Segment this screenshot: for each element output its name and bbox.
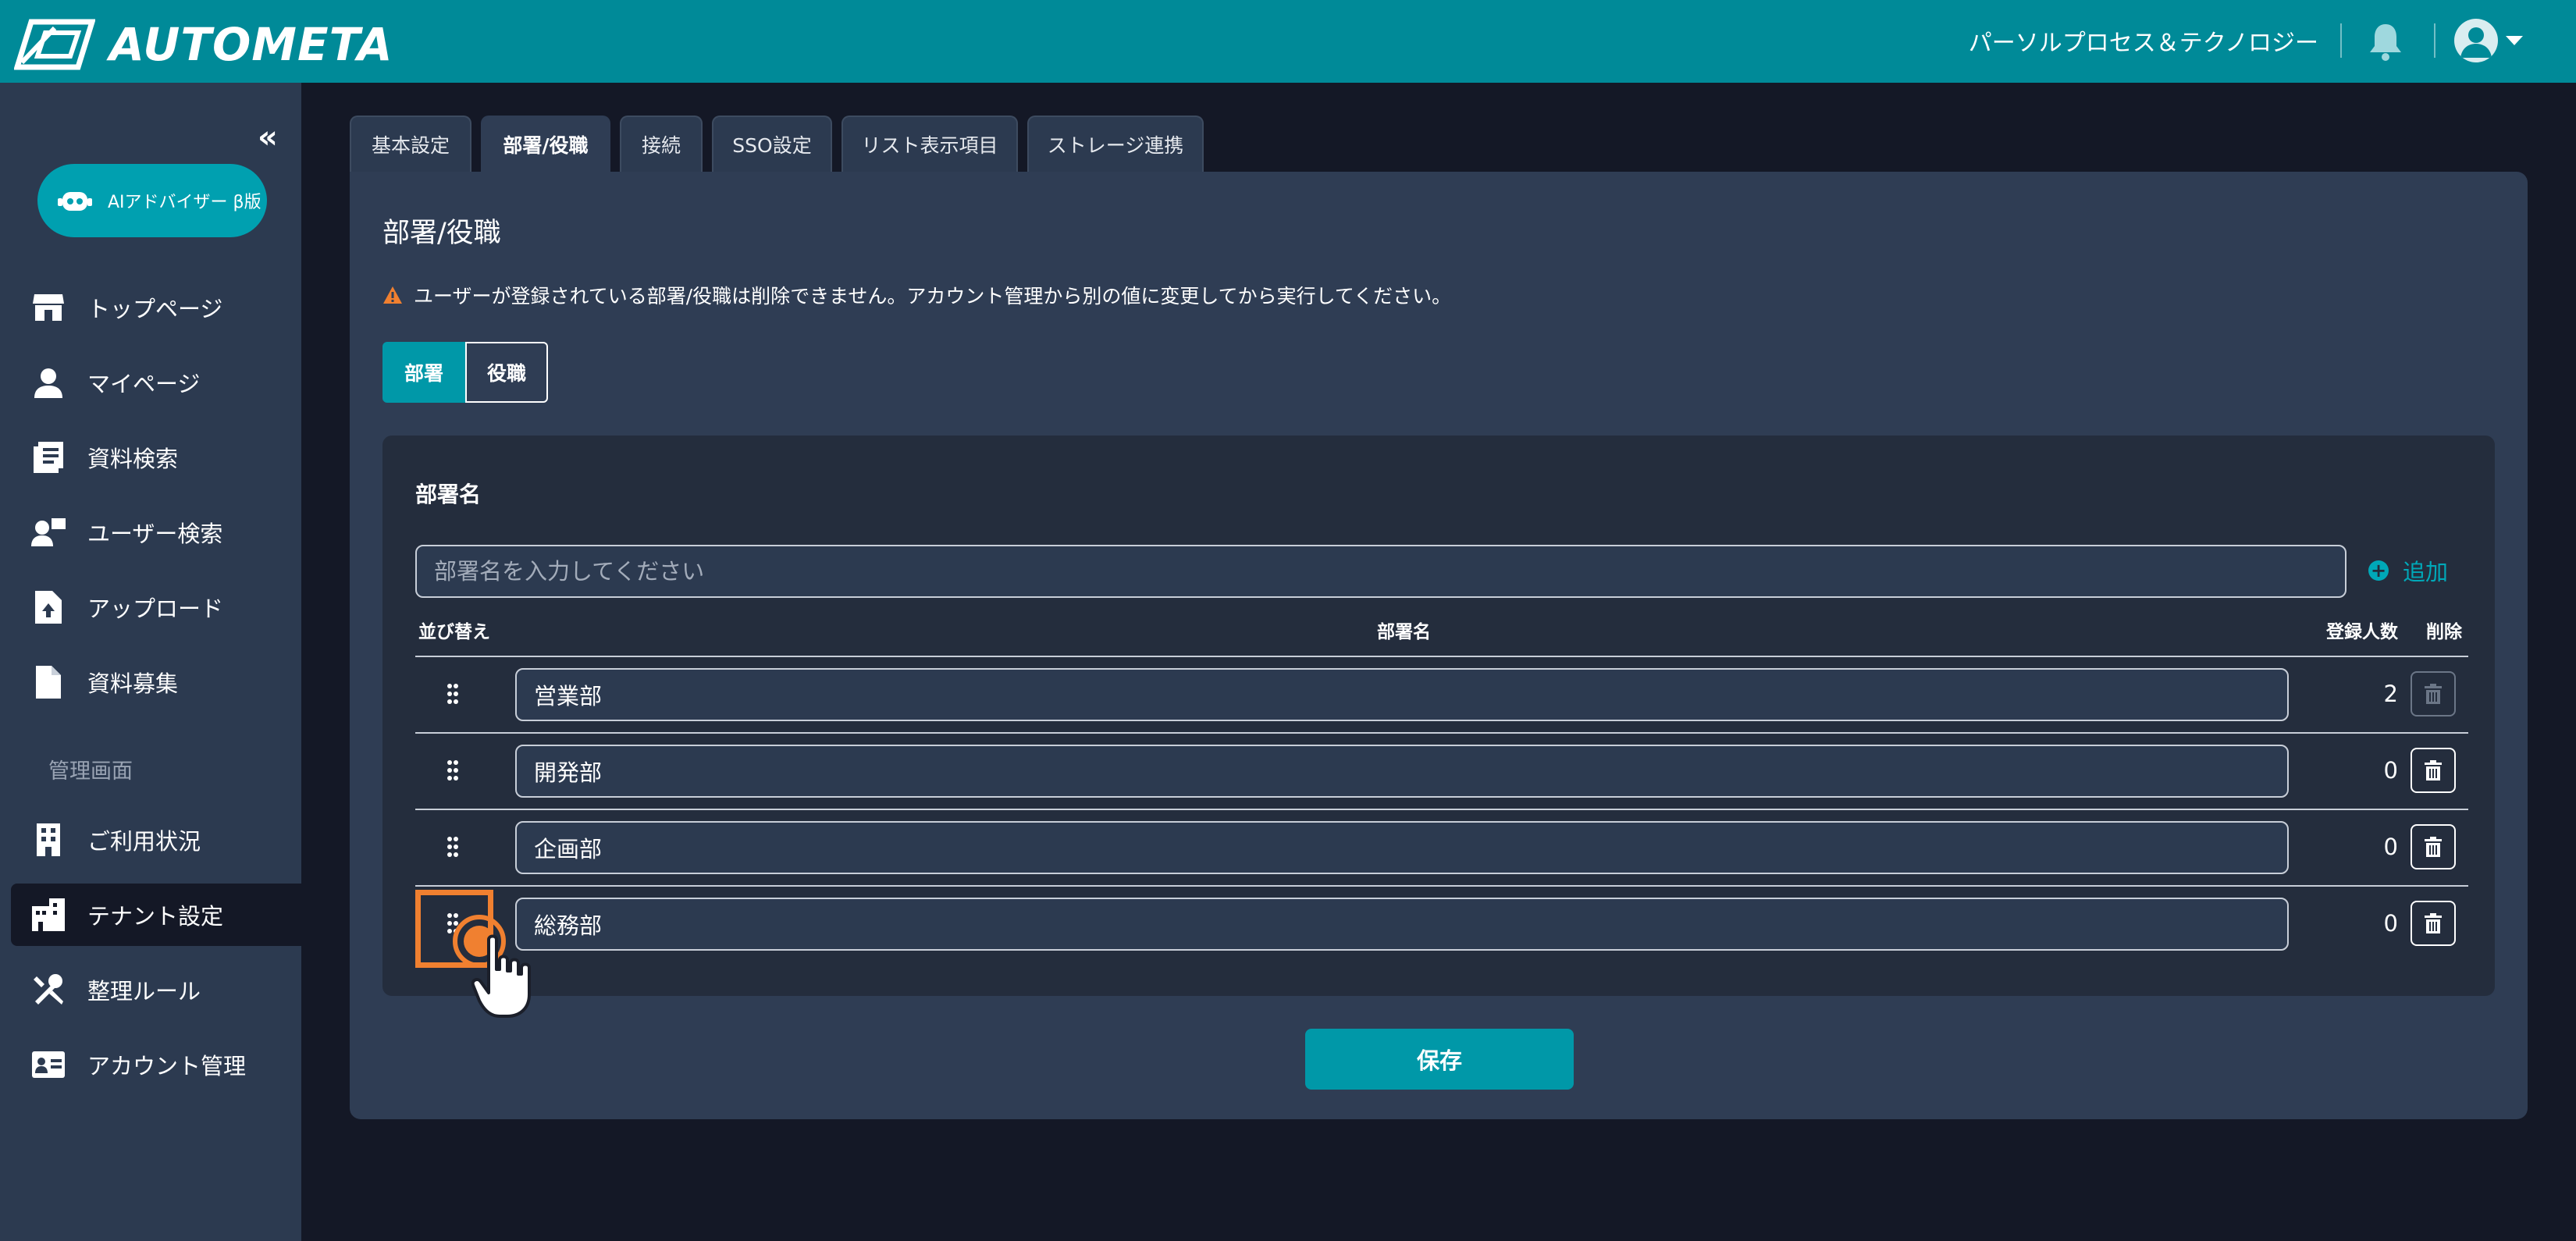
department-name-field[interactable]: 企画部 [515, 821, 2289, 874]
column-header-sort: 並び替え [418, 622, 490, 642]
add-button[interactable]: + 追加 [2368, 554, 2448, 587]
tab-basic-settings[interactable]: 基本設定 [350, 116, 471, 172]
autometa-logo[interactable]: AUTOMETA [14, 17, 393, 72]
department-name-field[interactable]: 営業部 [515, 668, 2289, 721]
column-header-delete: 削除 [2426, 622, 2462, 642]
add-circle-icon: + [2368, 560, 2389, 581]
member-count: 0 [2383, 757, 2398, 784]
delete-button[interactable] [2411, 824, 2456, 869]
header-divider [2340, 23, 2342, 58]
ai-advisor-label: AIアドバイザー β版 [108, 193, 262, 212]
settings-tabs: 基本設定 部署/役職 接続 SSO設定 リスト表示項目 ストレージ連携 [350, 116, 1213, 172]
brand-name: AUTOMETA [109, 18, 393, 71]
page-title: 部署/役職 [382, 218, 501, 249]
drag-handle-icon[interactable] [447, 684, 459, 704]
add-button-label: 追加 [2403, 559, 2449, 585]
sidebar-item-label: トップページ [87, 296, 223, 322]
bell-icon[interactable] [2367, 21, 2404, 62]
department-name-field[interactable]: 開発部 [515, 745, 2289, 798]
ai-advisor-button[interactable]: AIアドバイザー β版 [37, 164, 267, 237]
sidebar-item-top-page[interactable]: トップページ [0, 276, 301, 339]
segment-position[interactable]: 役職 [465, 342, 548, 403]
id-card-icon [31, 1047, 66, 1082]
department-card: 部署名 + 追加 並び替え 部署名 登録人数 削除 営業部 2 開発部 0 [382, 436, 2495, 996]
tenant-icon [31, 898, 66, 932]
trash-icon [2425, 913, 2442, 933]
file-upload-icon [31, 590, 66, 624]
segment-department[interactable]: 部署 [382, 342, 465, 403]
sidebar-item-account-management[interactable]: アカウント管理 [0, 1033, 301, 1096]
admin-section-title: 管理画面 [48, 759, 133, 784]
header-divider [2434, 23, 2435, 58]
sidebar-item-organize-rules[interactable]: 整理ルール [0, 958, 301, 1021]
building-icon [31, 823, 66, 857]
trash-icon [2425, 760, 2442, 781]
sidebar-item-upload[interactable]: アップロード [0, 576, 301, 638]
delete-button[interactable] [2411, 748, 2456, 793]
sidebar-item-label: テナント設定 [87, 903, 224, 930]
table-row: 総務部 0 [415, 885, 2468, 962]
sidebar-item-user-search[interactable]: ユーザー検索 [0, 501, 301, 564]
sidebar-item-document-search[interactable]: 資料検索 [0, 426, 301, 489]
logo-mark-icon [14, 19, 95, 70]
document-list-icon [31, 440, 66, 475]
member-count: 2 [2383, 681, 2398, 707]
store-icon [31, 290, 66, 325]
organization-name: パーソルプロセス＆テクノロジー [1968, 30, 2318, 57]
sidebar-item-document-request[interactable]: 資料募集 [0, 651, 301, 713]
user-menu[interactable] [2454, 19, 2524, 62]
sidebar: « AIアドバイザー β版 トップページ マイページ 資料検索 ユーザー検索 ア… [0, 83, 301, 1241]
trash-icon [2425, 684, 2442, 704]
save-button[interactable]: 保存 [1305, 1029, 1574, 1090]
tab-connection[interactable]: 接続 [620, 116, 703, 172]
column-header-name: 部署名 [1377, 622, 1431, 642]
table-row: 開発部 0 [415, 732, 2468, 809]
tab-list-display-items[interactable]: リスト表示項目 [841, 116, 1018, 172]
drag-handle-icon[interactable] [447, 837, 459, 857]
column-header-count: 登録人数 [2326, 622, 2398, 642]
sidebar-item-label: ユーザー検索 [87, 521, 223, 547]
delete-button[interactable] [2411, 671, 2456, 717]
avatar-icon [2454, 19, 2498, 62]
settings-panel: 部署/役職 ユーザーが登録されている部署/役職は削除できません。アカウント管理か… [350, 172, 2528, 1119]
tab-sso-settings[interactable]: SSO設定 [712, 116, 832, 172]
segment-toggle: 部署 役職 [382, 342, 548, 403]
warning-message: ユーザーが登録されている部署/役職は削除できません。アカウント管理から別の値に変… [382, 281, 1451, 309]
tools-icon [31, 973, 66, 1007]
member-count: 0 [2383, 910, 2398, 937]
sidebar-item-label: 整理ルール [87, 978, 201, 1005]
hand-pointer-icon [471, 934, 531, 1018]
collapse-sidebar-icon[interactable]: « [258, 122, 278, 153]
table-row: 企画部 0 [415, 809, 2468, 885]
drag-handle-icon[interactable] [447, 760, 459, 781]
sidebar-item-my-page[interactable]: マイページ [0, 351, 301, 414]
tab-storage-integration[interactable]: ストレージ連携 [1027, 116, 1204, 172]
sidebar-item-label: マイページ [87, 371, 201, 397]
file-icon [31, 665, 66, 699]
warning-text: ユーザーが登録されている部署/役職は削除できません。アカウント管理から別の値に変… [414, 285, 1452, 308]
tab-department-position[interactable]: 部署/役職 [481, 116, 610, 172]
robot-icon [58, 192, 92, 211]
member-count: 0 [2383, 834, 2398, 860]
warning-icon [383, 286, 402, 304]
person-icon [31, 365, 66, 400]
chevron-down-icon [2506, 36, 2523, 45]
trash-icon [2425, 837, 2442, 857]
sidebar-item-tenant-settings[interactable]: テナント設定 [11, 884, 301, 946]
department-name-field[interactable]: 総務部 [515, 898, 2289, 951]
sidebar-item-usage[interactable]: ご利用状況 [0, 809, 301, 871]
department-name-label: 部署名 [415, 482, 482, 507]
department-name-input[interactable] [415, 545, 2347, 598]
top-header: AUTOMETA パーソルプロセス＆テクノロジー [0, 0, 2576, 83]
sidebar-item-label: アカウント管理 [87, 1053, 247, 1079]
table-row: 営業部 2 [415, 656, 2468, 732]
user-search-icon [31, 515, 66, 549]
sidebar-item-label: 資料募集 [87, 670, 179, 697]
sidebar-item-label: ご利用状況 [87, 828, 201, 855]
delete-button[interactable] [2411, 901, 2456, 946]
sidebar-item-label: アップロード [87, 596, 224, 622]
sidebar-item-label: 資料検索 [87, 446, 179, 472]
